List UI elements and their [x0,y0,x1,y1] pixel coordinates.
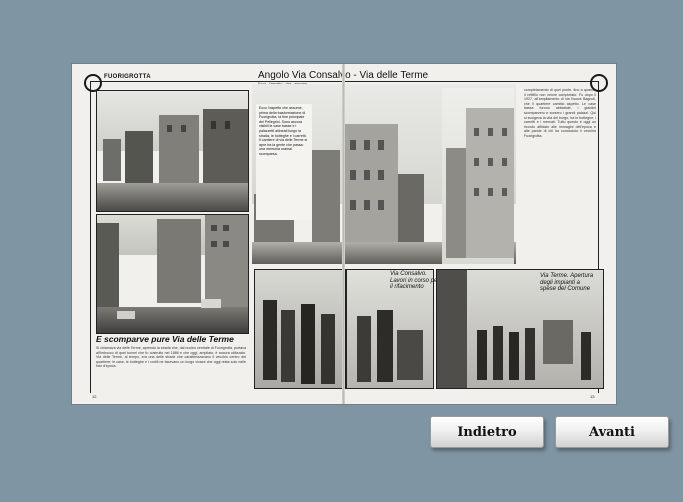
caption-middle-photo: Via Consalvo. Lavori in corso per il rif… [390,271,440,290]
photo-modern-street [96,214,249,334]
next-button[interactable]: Avanti [555,416,669,448]
running-header: FUORIGROTTA [104,74,151,80]
photo-tall-buildings [442,88,514,264]
intro-text-box: Ecco l'aspetto che assume, prima della t… [256,104,312,220]
right-column-text: completamento di quel ponte, fino a quan… [524,88,596,138]
page-number-left: 12 [92,394,97,399]
page-number-right: 13 [590,394,595,399]
article-body-text: Si chiamava via delle Terme, aprendo la … [96,346,246,369]
caption-right-photo: Via Terme. Apertura degli impianti a spe… [540,273,594,292]
spread-fold [342,64,345,404]
photo-group-men [254,269,346,389]
magazine-spread-scan: FUORIGROTTA Angolo Via Consalvo - Via de… [72,64,616,404]
photo-old-street [96,90,249,212]
frame-left-rule [90,81,91,393]
article-headline: E scomparve pure Via delle Terme [96,334,234,344]
back-button[interactable]: Indietro [430,416,544,448]
